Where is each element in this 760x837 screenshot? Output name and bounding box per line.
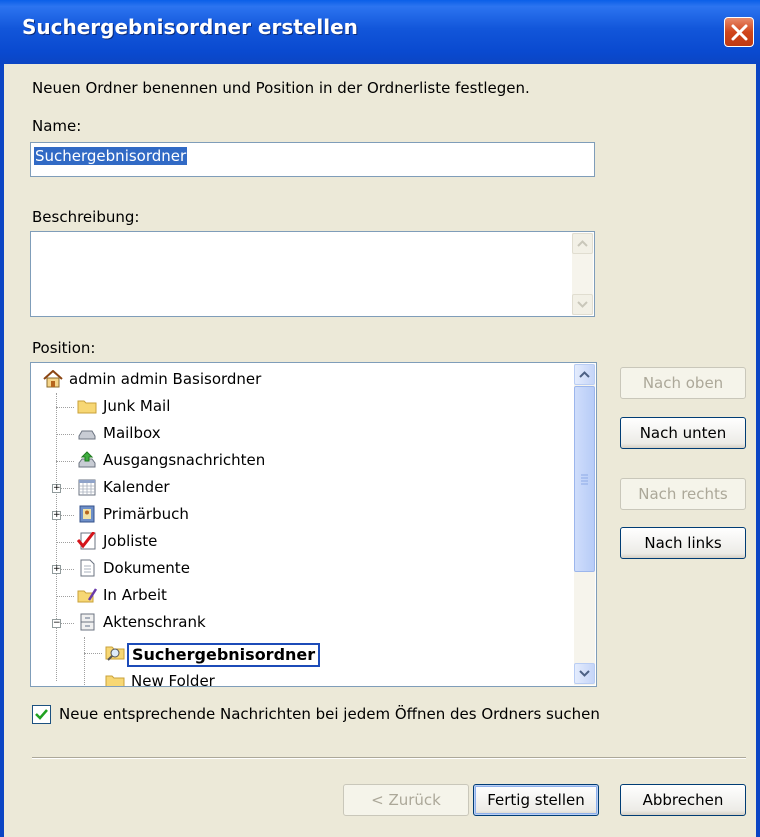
tree-node-label: Ausgangsnachrichten — [103, 451, 266, 469]
cancel-button[interactable]: Abbrechen — [620, 784, 746, 816]
tree-line — [56, 407, 74, 408]
name-label: Name: — [32, 117, 82, 135]
tree-line — [56, 461, 74, 462]
documents-icon — [80, 559, 95, 577]
tree-scroll-down-button[interactable] — [574, 663, 595, 684]
tree-line — [84, 637, 85, 685]
close-icon — [731, 24, 748, 41]
tree-scrollbar[interactable] — [574, 364, 595, 685]
tree-line — [56, 393, 57, 681]
tree-node-label: Kalender — [103, 478, 170, 496]
name-input[interactable]: Suchergebnisordner — [30, 142, 595, 177]
tree-scroll-up-button[interactable] — [574, 364, 595, 385]
tree-line — [56, 434, 74, 435]
tree-node-label: New Folder — [131, 672, 215, 687]
intro-text: Neuen Ordner benennen und Position in de… — [32, 79, 530, 97]
checklist-icon — [77, 532, 96, 550]
calendar-icon — [78, 479, 96, 496]
tree-node-label: Jobliste — [103, 532, 158, 550]
tree-line — [84, 653, 102, 654]
window-frame-left — [0, 64, 4, 837]
chevron-down-icon — [577, 301, 588, 308]
chevron-up-icon — [577, 240, 588, 247]
title-bar[interactable]: Suchergebnisordner erstellen — [0, 0, 760, 64]
chevron-up-icon — [579, 371, 590, 378]
work-in-progress-icon — [77, 588, 97, 603]
tree-node-label: Mailbox — [103, 424, 161, 442]
move-left-button[interactable]: Nach links — [620, 527, 746, 559]
collapse-toggle[interactable]: − — [52, 619, 61, 628]
cabinet-icon — [80, 613, 95, 631]
tree-scroll-thumb[interactable] — [574, 386, 595, 572]
search-on-open-checkbox[interactable] — [32, 705, 51, 724]
expand-toggle[interactable]: + — [52, 565, 61, 574]
folder-name-edit-box[interactable]: Suchergebnisordner — [127, 643, 321, 667]
tree-node-label: Primärbuch — [103, 505, 189, 523]
name-input-value: Suchergebnisordner — [34, 147, 188, 165]
finish-button[interactable]: Fertig stellen — [473, 784, 599, 816]
mailbox-icon — [78, 430, 96, 440]
tree-line — [56, 596, 74, 597]
tree-node-label: admin admin Basisordner — [69, 370, 262, 388]
footer-separator — [32, 757, 746, 759]
move-right-button[interactable]: Nach rechts — [620, 478, 746, 510]
address-book-icon — [79, 505, 95, 523]
expand-toggle[interactable]: + — [52, 511, 61, 520]
tree-node-label: Aktenschrank — [103, 613, 206, 631]
move-up-button[interactable]: Nach oben — [620, 367, 746, 399]
search-folder-icon — [105, 646, 125, 661]
tree-node-label: Junk Mail — [103, 397, 171, 415]
tree-node-label: In Arbeit — [103, 586, 167, 604]
back-button[interactable]: < Zurück — [343, 784, 469, 816]
close-button[interactable] — [724, 17, 754, 47]
tree-node-label: Dokumente — [103, 559, 190, 577]
expand-toggle[interactable]: + — [52, 484, 61, 493]
chevron-down-icon — [579, 670, 590, 677]
description-scroll-up-button[interactable] — [572, 233, 593, 254]
description-label: Beschreibung: — [32, 208, 140, 226]
description-scrollbar[interactable] — [572, 233, 593, 315]
folder-icon — [77, 400, 97, 414]
description-textarea[interactable] — [30, 231, 595, 317]
folder-icon — [105, 675, 125, 686]
home-icon — [43, 370, 63, 388]
move-down-button[interactable]: Nach unten — [620, 417, 746, 449]
tree-line — [56, 542, 74, 543]
folder-tree[interactable]: + + + − admin admin Basisordner Junk Mai… — [30, 362, 597, 687]
checkmark-icon — [35, 709, 48, 720]
outbox-icon — [78, 451, 96, 468]
window-title: Suchergebnisordner erstellen — [22, 15, 358, 39]
grip-icon — [581, 474, 588, 485]
description-scroll-down-button[interactable] — [572, 294, 593, 315]
search-on-open-label[interactable]: Neue entsprechende Nachrichten bei jedem… — [59, 705, 600, 723]
position-label: Position: — [32, 339, 96, 357]
window-frame-right — [756, 64, 760, 837]
